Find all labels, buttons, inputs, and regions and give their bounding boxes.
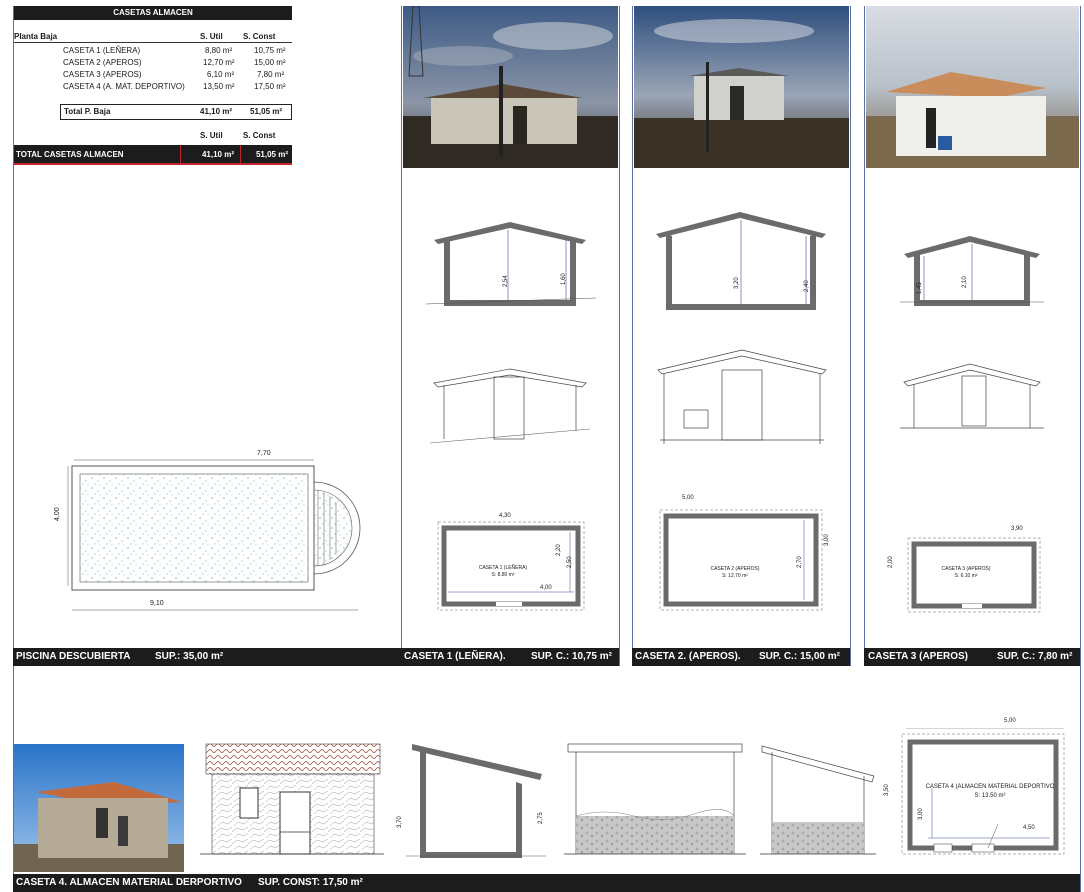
pool-caption-bar: PISCINA DESCUBIERTA SUP.: 35,00 m²: [13, 648, 401, 666]
caseta4-area: SUP. CONST: 17,50 m²: [258, 877, 363, 888]
total-name: TOTAL CASETAS ALMACEN: [16, 150, 124, 159]
caseta2-elevation: [657, 349, 827, 444]
caseta2-room-name: CASETA 2 (APEROS): [710, 566, 760, 572]
subtotal-util: 41,10 m²: [200, 107, 233, 116]
pool-dim-height: 4,00: [54, 507, 61, 521]
caseta4-sec-h2: 2,75: [538, 812, 544, 824]
frame-line: [13, 6, 14, 666]
caseta1-section: [425, 222, 597, 306]
pool-caption: PISCINA DESCUBIERTA: [16, 651, 131, 662]
row-util: 12,70 m²: [203, 58, 235, 67]
caseta2-sec-h2: 2,40: [804, 280, 810, 292]
caseta4-front-elevation: [200, 743, 384, 855]
caseta4-caption: CASETA 4. ALMACEN MATERIAL DERPORTIVO: [16, 877, 242, 888]
caseta3-sec-h1: 1,45: [917, 282, 923, 294]
caseta4-plan-h2: 3,00: [918, 808, 924, 820]
caseta1-sec-h1: 2,54: [503, 275, 509, 287]
caseta1-plan-w: 4,30: [499, 513, 511, 519]
row-name: CASETA 4 (A. MAT. DEPORTIVO): [63, 82, 185, 91]
pool-dim-total: 9,10: [150, 600, 164, 607]
caseta3-elevation: [900, 363, 1044, 429]
caseta2-section: [656, 212, 826, 310]
caseta1-plan-h1: 2,20: [556, 544, 562, 556]
frame-line: [850, 6, 851, 666]
subtotal-const: 51,05 m²: [250, 107, 283, 116]
caseta4-sec-h1: 3,70: [397, 816, 403, 828]
caseta1-room-area: S: 8.80 m²: [491, 572, 515, 578]
summary-title: CASETAS ALMACEN: [14, 6, 292, 20]
caseta1-caption: CASETA 1 (LEÑERA).: [404, 651, 506, 662]
frame-line: [401, 6, 402, 666]
caseta4-caption-bar: CASETA 4. ALMACEN MATERIAL DERPORTIVO SU…: [13, 874, 1080, 892]
caseta3-sec-h2: 2,10: [962, 276, 968, 288]
caseta4-photo: [14, 744, 184, 872]
caseta1-plan-inner-w: 4,00: [540, 585, 552, 591]
caseta1-sec-h2: 1,60: [561, 273, 567, 285]
caseta4-room-name: CASETA 4 (ALMACEN MATERIAL DEPORTIVO: [925, 784, 1055, 790]
frame-line: [864, 6, 865, 666]
col-util-header: S. Util: [200, 32, 223, 41]
caseta2-plan-h1: 2,70: [797, 556, 803, 568]
caseta1-area: SUP. C.: 10,75 m²: [531, 651, 612, 662]
caseta4-section: [406, 744, 546, 858]
caseta2-room-area: S: 12.70 m²: [722, 573, 748, 579]
row-name: CASETA 3 (APEROS): [63, 70, 142, 79]
caseta3-photo: [866, 6, 1079, 168]
total-underline: [14, 163, 292, 165]
caseta3-room-name: CASETA 3 (APEROS): [941, 566, 991, 572]
row-name: CASETA 1 (LEÑERA): [63, 46, 141, 55]
row-util: 13,50 m²: [203, 82, 235, 91]
pool-plan: [67, 459, 361, 611]
caseta4-plan-h1: 3,50: [884, 784, 890, 796]
caseta2-sec-h1: 3,20: [734, 277, 740, 289]
caseta3-caption-bar: CASETA 3 (APEROS) SUP. C.: 7,80 m²: [864, 648, 1080, 666]
caseta2-area: SUP. C.: 15,00 m²: [759, 651, 840, 662]
caseta1-room-name: CASETA 1 (LEÑERA): [478, 565, 528, 571]
subtotal-name: Total P. Baja: [64, 107, 111, 116]
caseta3-plan-w: 3,90: [1011, 526, 1023, 532]
row-const: 15,00 m²: [254, 58, 286, 67]
caseta2-photo: [634, 6, 849, 168]
caseta2-plan-h2: 3,00: [824, 534, 830, 546]
caseta4-plan-w: 5,00: [1004, 718, 1016, 724]
caseta4-side-elevation: [564, 743, 746, 855]
row-const: 7,80 m²: [257, 70, 285, 79]
caseta4-rear-elevation: [760, 745, 876, 855]
caseta1-caption-bar: CASETA 1 (LEÑERA). SUP. C.: 10,75 m²: [401, 648, 619, 666]
header-rule: [14, 42, 292, 43]
row-util: 8,80 m²: [205, 46, 233, 55]
pool-area: SUP.: 35,00 m²: [155, 651, 224, 662]
frame-line: [619, 6, 620, 666]
caseta3-plan-h: 2,00: [888, 556, 894, 568]
caseta2-caption: CASETA 2. (APEROS).: [635, 651, 741, 662]
floor-label: Planta Baja: [14, 32, 58, 41]
col-const-header: S. Const: [243, 32, 276, 41]
caseta3-section: [900, 236, 1044, 306]
caseta3-area: SUP. C.: 7,80 m²: [997, 651, 1073, 662]
row-const: 17,50 m²: [254, 82, 286, 91]
col-util-header-2: S. Util: [200, 131, 223, 140]
total-const: 51,05 m²: [240, 145, 292, 164]
caseta1-elevation: [430, 368, 590, 444]
total-util: 41,10 m²: [180, 145, 238, 164]
row-name: CASETA 2 (APEROS): [63, 58, 142, 67]
caseta2-plan-w: 5,00: [682, 495, 694, 501]
row-const: 10,75 m²: [254, 46, 286, 55]
frame-line: [1080, 6, 1081, 892]
col-const-header-2: S. Const: [243, 131, 276, 140]
total-bar: TOTAL CASETAS ALMACEN 41,10 m² 51,05 m²: [14, 145, 292, 164]
caseta4-room-area: S: 13.50 m²: [974, 793, 1006, 799]
caseta4-plan-inner-w: 4,50: [1023, 825, 1035, 831]
caseta1-photo: [403, 6, 618, 168]
caseta1-plan-h2: 2,50: [567, 556, 573, 568]
row-util: 6,10 m²: [207, 70, 235, 79]
caseta3-room-area: S: 6.10 m²: [954, 573, 978, 579]
caseta2-caption-bar: CASETA 2. (APEROS). SUP. C.: 15,00 m²: [632, 648, 850, 666]
frame-line: [632, 6, 633, 666]
caseta3-caption: CASETA 3 (APEROS): [868, 651, 969, 662]
